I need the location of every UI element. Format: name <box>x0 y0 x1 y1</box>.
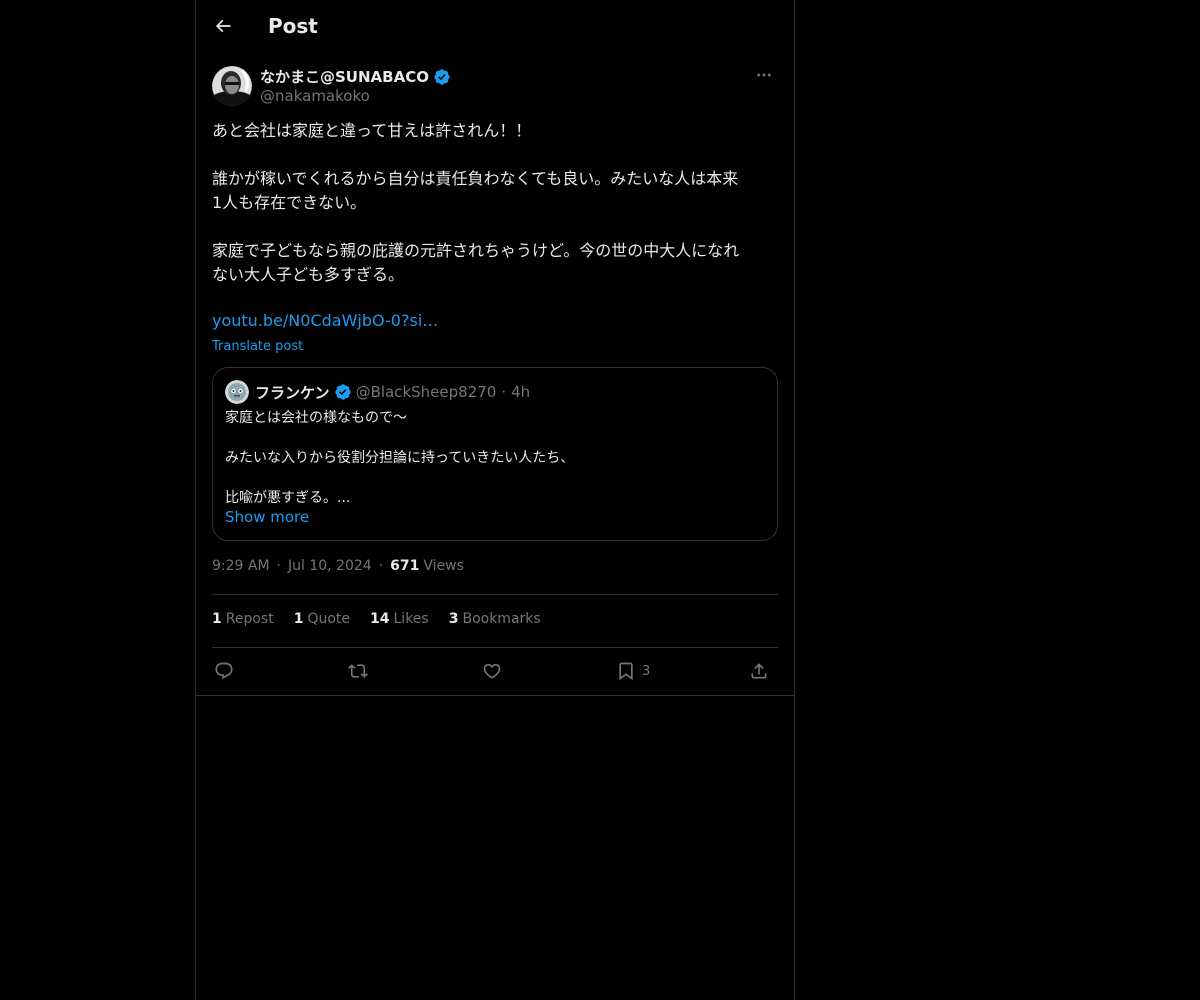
author-handle[interactable]: @nakamakoko <box>260 87 370 105</box>
post-line: ない大人子ども多すぎる。 <box>212 265 405 284</box>
like-icon <box>483 663 501 679</box>
post-time[interactable]: 9:29 AM <box>212 558 270 574</box>
show-more-link[interactable]: Show more <box>225 508 309 526</box>
divider <box>212 594 778 595</box>
translate-post-link[interactable]: Translate post <box>212 339 303 354</box>
quoted-author-name: フランケン <box>255 383 330 402</box>
top-bar: Post <box>196 0 794 54</box>
quoted-author-handle: @BlackSheep8270 <box>355 383 497 401</box>
post-stats: 1 Repost 1 Quote 14 Likes 3 Bookmarks <box>212 611 561 627</box>
reposts-label: Repost <box>225 611 274 627</box>
post-line: 誰かが稼いでくれるから自分は責任負わなくても良い。みたいな人は本来 <box>212 169 739 188</box>
reposts-stat[interactable]: 1 Repost <box>212 611 274 627</box>
bookmark-count: 3 <box>642 663 651 679</box>
back-arrow-icon <box>215 19 231 33</box>
likes-count: 14 <box>370 611 390 627</box>
verified-badge-icon <box>434 68 450 85</box>
quoted-post-text: 家庭とは会社の様なもので〜 みたいな入りから役割分担論に持っていきたい人たち、 … <box>225 408 765 508</box>
separator-dot: · <box>378 558 384 574</box>
like-button[interactable] <box>482 656 502 686</box>
author-name[interactable]: なかまこ@SUNABACO <box>260 66 451 87</box>
quoted-post[interactable]: フランケン @BlackSheep8270 · 4h 家庭とは会社の様なもので〜… <box>212 367 778 541</box>
separator-dot: · <box>276 558 281 574</box>
share-icon <box>751 663 767 679</box>
post-author: なかまこ@SUNABACO @nakamakoko <box>212 64 778 108</box>
repost-icon <box>348 664 368 678</box>
action-bar: 3 <box>212 656 778 686</box>
post-link[interactable]: youtu.be/N0CdaWjbO-0?si… <box>212 311 438 330</box>
divider <box>196 695 794 696</box>
reply-button[interactable] <box>214 656 234 686</box>
more-button[interactable] <box>750 64 778 86</box>
likes-label: Likes <box>393 611 429 627</box>
quoted-author-avatar <box>225 380 249 404</box>
bookmark-button[interactable]: 3 <box>616 656 650 686</box>
post-column: Post なかまこ@SUNABACO @nakamakoko あと会社は家庭と違… <box>195 0 795 1000</box>
bookmarks-stat[interactable]: 3 Bookmarks <box>449 611 541 627</box>
post-line: 1人も存在できない。 <box>212 193 367 212</box>
more-icon <box>757 73 771 77</box>
post-date[interactable]: Jul 10, 2024 <box>288 558 372 574</box>
bookmarks-count: 3 <box>448 611 459 627</box>
back-button[interactable] <box>208 11 238 41</box>
bookmarks-label: Bookmarks <box>462 611 541 627</box>
quoted-post-header: フランケン @BlackSheep8270 · 4h <box>225 380 530 404</box>
quote-line: みたいな入りから役割分担論に持っていきたい人たち、 <box>225 450 575 466</box>
divider <box>212 647 778 648</box>
reposts-count: 1 <box>212 611 222 627</box>
author-avatar[interactable] <box>212 66 252 106</box>
bookmark-icon <box>619 662 633 681</box>
post-line: 家庭で子どもなら親の庇護の元許されちゃうけど。今の世の中大人になれ <box>212 241 740 260</box>
quoted-post-time: 4h <box>511 383 531 401</box>
repost-button[interactable] <box>348 656 368 686</box>
quote-line: 比喩が悪すぎる。... <box>225 490 351 506</box>
reply-icon <box>215 662 233 680</box>
post-text: あと会社は家庭と違って甘えは許されん！！ 誰かが稼いでくれるから自分は責任負わな… <box>212 119 778 287</box>
separator-dot: · <box>501 383 507 401</box>
quotes-count: 1 <box>293 611 304 627</box>
post-meta: 9:29 AM · Jul 10, 2024 · 671 Views <box>212 558 464 574</box>
views-count: 671 <box>390 558 420 574</box>
quote-line: 家庭とは会社の様なもので〜 <box>225 410 407 426</box>
author-name-text: なかまこ@SUNABACO <box>260 68 429 86</box>
share-button[interactable] <box>749 656 769 686</box>
quotes-label: Quote <box>307 611 351 627</box>
likes-stat[interactable]: 14 Likes <box>370 611 429 627</box>
verified-badge-icon <box>334 384 351 400</box>
post-line: あと会社は家庭と違って甘えは許されん！！ <box>212 121 532 140</box>
views-label: Views <box>423 558 464 574</box>
page-title: Post <box>268 14 318 38</box>
quotes-stat[interactable]: 1 Quote <box>294 611 350 627</box>
